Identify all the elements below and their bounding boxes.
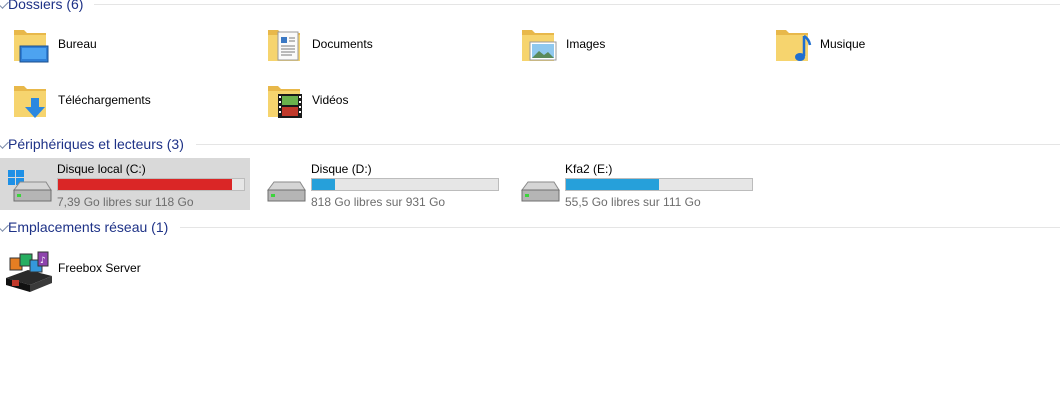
folder-telechargements[interactable]: Téléchargements	[0, 76, 250, 126]
folder-documents[interactable]: Documents	[254, 20, 504, 70]
drive-label: Kfa2 (E:)	[565, 162, 613, 176]
drive-free-space: 7,39 Go libres sur 118 Go	[57, 195, 194, 209]
drive-usage-bar	[311, 178, 499, 191]
group-header-devices[interactable]: Périphériques et lecteurs (3)	[0, 134, 1060, 154]
folder-bureau[interactable]: Bureau	[0, 20, 250, 70]
pictures-folder-icon	[518, 24, 558, 66]
group-divider	[94, 4, 1060, 5]
drive-free-space: 818 Go libres sur 931 Go	[311, 195, 446, 209]
folder-label: Téléchargements	[58, 93, 151, 107]
documents-folder-icon	[264, 24, 304, 66]
svg-text:♪: ♪	[40, 256, 46, 266]
group-header-folders[interactable]: Dossiers (6)	[0, 0, 1060, 14]
hard-drive-icon	[260, 168, 306, 208]
drive-label: Disque (D:)	[311, 162, 372, 176]
folder-images[interactable]: Images	[508, 20, 758, 70]
windows-drive-icon	[6, 168, 52, 208]
drive-label: Disque local (C:)	[57, 162, 146, 176]
group-title: Dossiers (6)	[8, 0, 84, 12]
hard-drive-icon	[514, 168, 560, 208]
drive-d[interactable]: Disque (D:) 818 Go libres sur 931 Go	[254, 158, 504, 210]
folder-label: Images	[566, 37, 606, 51]
drive-e[interactable]: Kfa2 (E:) 55,5 Go libres sur 111 Go	[508, 158, 758, 210]
folder-label: Vidéos	[312, 93, 349, 107]
desktop-folder-icon	[10, 24, 50, 66]
network-location-label: Freebox Server	[58, 261, 141, 275]
folder-label: Bureau	[58, 37, 97, 51]
folder-label: Musique	[820, 37, 866, 51]
folder-label: Documents	[312, 37, 373, 51]
drive-free-space: 55,5 Go libres sur 111 Go	[565, 195, 701, 209]
drive-usage-fill	[312, 179, 335, 190]
group-header-network[interactable]: Emplacements réseau (1)	[0, 217, 1060, 237]
media-server-icon: ♪	[4, 250, 54, 292]
folder-musique[interactable]: Musique	[762, 20, 1012, 70]
group-title: Périphériques et lecteurs (3)	[8, 136, 184, 152]
downloads-folder-icon	[10, 80, 50, 122]
group-divider	[180, 227, 1060, 228]
group-divider	[196, 144, 1060, 145]
drive-usage-bar	[565, 178, 753, 191]
videos-folder-icon	[264, 80, 304, 122]
drive-usage-bar	[57, 178, 245, 191]
drive-usage-fill	[566, 179, 659, 190]
drive-c[interactable]: Disque local (C:) 7,39 Go libres sur 118…	[0, 158, 250, 210]
music-folder-icon	[772, 24, 812, 66]
drive-usage-fill	[58, 179, 233, 190]
folder-videos[interactable]: Vidéos	[254, 76, 504, 126]
group-title: Emplacements réseau (1)	[8, 219, 169, 235]
network-freebox-server[interactable]: ♪ Freebox Server	[0, 244, 250, 294]
